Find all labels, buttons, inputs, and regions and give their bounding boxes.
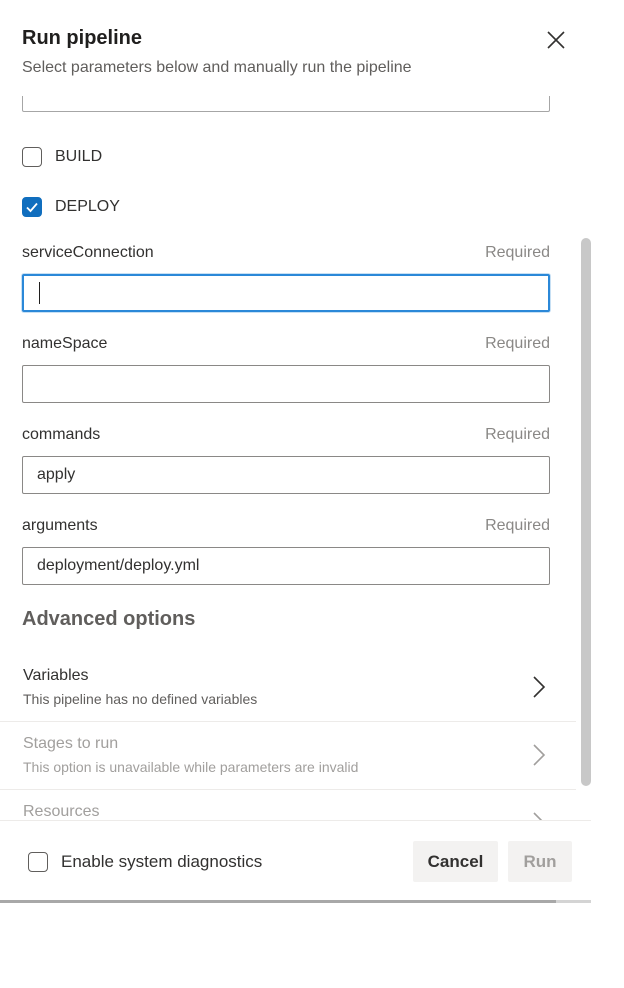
commands-required: Required: [485, 426, 550, 443]
service-connection-required: Required: [485, 244, 550, 261]
arguments-label: arguments: [22, 517, 98, 534]
chevron-right-icon: [533, 744, 546, 766]
chevron-right-icon: [533, 676, 546, 698]
arguments-input[interactable]: deployment/deploy.yml: [22, 547, 550, 585]
namespace-input[interactable]: [22, 365, 550, 403]
build-checkbox-label: BUILD: [55, 148, 103, 165]
namespace-label: nameSpace: [22, 335, 108, 352]
run-pipeline-panel: Run pipeline Select parameters below and…: [0, 0, 591, 903]
dialog-title: Run pipeline: [22, 27, 142, 49]
build-checkbox[interactable]: [22, 147, 42, 167]
run-button[interactable]: Run: [508, 841, 572, 882]
namespace-required: Required: [485, 335, 550, 352]
stages-to-run-option[interactable]: Stages to run This option is unavailable…: [0, 722, 576, 790]
resources-option[interactable]: Resources: [0, 790, 576, 820]
system-diagnostics-row[interactable]: Enable system diagnostics: [28, 852, 262, 872]
close-icon: [547, 31, 565, 49]
commands-value: apply: [37, 466, 76, 483]
advanced-options-heading: Advanced options: [22, 608, 196, 630]
resources-title: Resources: [23, 803, 100, 820]
panel-bottom-edge: [0, 900, 591, 903]
service-connection-input[interactable]: [22, 274, 550, 312]
variables-description: This pipeline has no defined variables: [23, 691, 258, 707]
system-diagnostics-label: Enable system diagnostics: [61, 852, 263, 871]
cancel-button[interactable]: Cancel: [413, 841, 498, 882]
arguments-required: Required: [485, 517, 550, 534]
chevron-right-icon: [533, 812, 543, 820]
close-button[interactable]: [543, 27, 569, 53]
scrollbar-thumb[interactable]: [581, 238, 591, 786]
dialog-subtitle: Select parameters below and manually run…: [22, 59, 412, 76]
service-connection-label: serviceConnection: [22, 244, 154, 261]
arguments-value: deployment/deploy.yml: [37, 557, 200, 574]
deploy-checkbox-row[interactable]: DEPLOY: [22, 197, 120, 217]
dialog-footer: Enable system diagnostics Cancel Run: [0, 820, 591, 900]
panel-bottom-edge-segment: [556, 900, 591, 903]
deploy-checkbox[interactable]: [22, 197, 42, 217]
commands-input[interactable]: apply: [22, 456, 550, 494]
variables-option[interactable]: Variables This pipeline has no defined v…: [0, 654, 576, 722]
stages-to-run-description: This option is unavailable while paramet…: [23, 759, 359, 775]
checkmark-icon: [26, 202, 38, 213]
deploy-checkbox-label: DEPLOY: [55, 198, 120, 215]
parameters-scroll-area[interactable]: BUILD DEPLOY serviceConnection Required …: [0, 96, 591, 820]
build-checkbox-row[interactable]: BUILD: [22, 147, 102, 167]
previous-parameter-input[interactable]: [22, 96, 550, 112]
text-caret: [39, 282, 40, 304]
stages-to-run-title: Stages to run: [23, 735, 119, 752]
variables-title: Variables: [23, 667, 89, 684]
commands-label: commands: [22, 426, 101, 443]
system-diagnostics-checkbox[interactable]: [28, 852, 48, 872]
